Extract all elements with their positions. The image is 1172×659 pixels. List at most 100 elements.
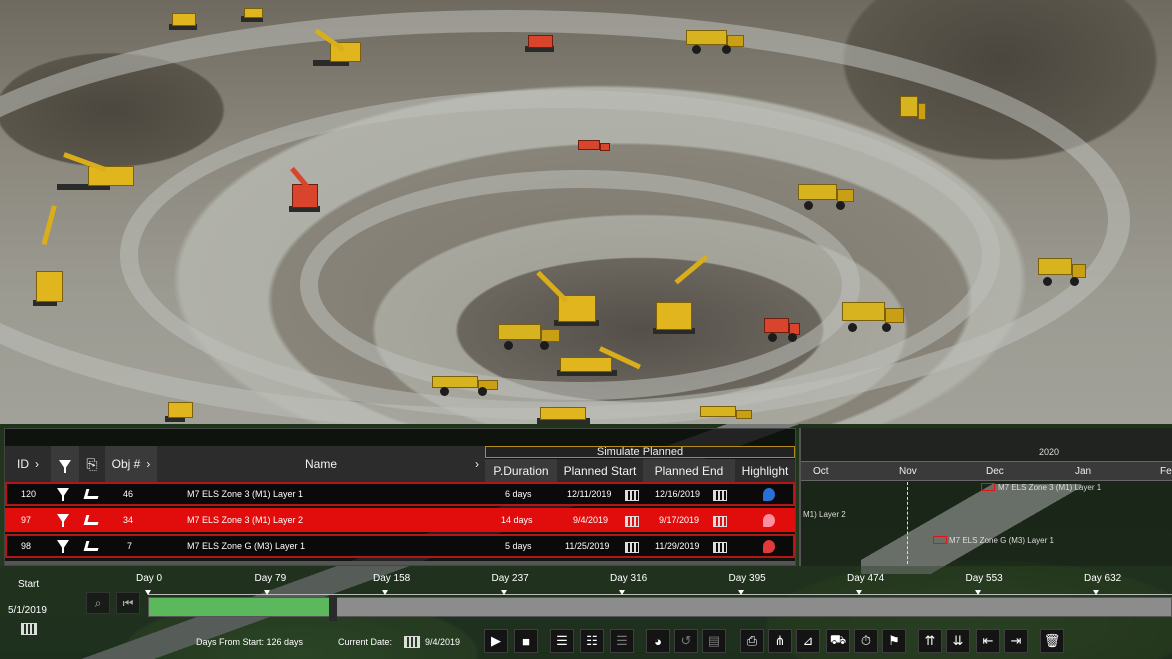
highlight-color-icon[interactable] [763,488,775,501]
calendar-icon[interactable] [713,490,727,501]
excavator-model [557,342,646,376]
column-header-planned-start[interactable]: Planned Start [557,459,643,482]
indent-icon[interactable]: ⇥ [1004,629,1028,653]
timeline-tick [737,590,744,595]
dump-truck-model [700,406,752,424]
dump-truck-model [498,324,560,350]
cell-planned-start: 12/11/2019 [567,489,612,499]
link-icon[interactable]: ⋔ [768,629,792,653]
cell-obj: 7 [127,541,133,551]
column-header-label: ID [17,457,29,471]
gantt-task-label: M7 ELS Zone 3 (M1) Layer 1 [998,483,1102,492]
dump-truck-model [686,30,744,54]
add-task-icon[interactable]: ☰ [550,629,574,653]
calendar-icon[interactable] [625,490,639,501]
highlight-color-icon[interactable] [763,514,775,527]
calendar-icon[interactable] [625,516,639,527]
dump-truck-model-red [764,318,800,342]
gantt-year-header: 2020 [801,428,1172,461]
cell-id: 97 [21,515,32,525]
timeline-day-label: Day 316 [610,573,648,584]
excavator-model [241,0,276,22]
timeline-day-label: Day 553 [965,573,1003,584]
timeline-tick [1093,590,1099,595]
table-row[interactable]: 98 7 M7 ELS Zone G (M3) Layer 1 5 days 1… [5,534,795,558]
days-from-start: Days From Start: 126 days [196,637,304,647]
stop-icon[interactable]: ■ [514,629,538,653]
filter-icon[interactable] [57,488,69,501]
excavator-model-red [525,22,570,52]
zoom-icon[interactable]: ⌕ [86,592,110,614]
filter-icon[interactable] [57,514,69,527]
simulate-planned-group-header: Simulate Planned [485,446,795,458]
outdent-icon[interactable]: ⇤ [976,629,1000,653]
column-header-obj[interactable]: Obj # › [105,446,157,482]
month-label: Feb [1160,466,1172,477]
cell-planned-end: 11/29/2019 [655,541,700,551]
cell-planned-start: 9/4/2019 [573,515,609,525]
column-header-id[interactable]: ID › [5,446,51,482]
excavator-model-red [289,158,336,212]
report-icon[interactable]: ▤ [702,629,726,653]
timeline-track[interactable] [148,595,1172,621]
dump-truck-model [842,302,904,332]
timeline-axis [148,594,1172,595]
play-icon[interactable]: ▶ [484,629,508,653]
timeline-scrubber[interactable] [328,595,337,621]
highlight-color-icon[interactable] [763,540,775,553]
equipment-icon[interactable]: ⛟ [826,629,850,653]
column-select-icon[interactable]: ⎘ [79,446,105,482]
timer-icon[interactable]: ⏱ [854,629,878,653]
dump-truck-model [900,96,926,130]
flag-icon[interactable]: ⚑ [882,629,906,653]
project-site-photo [0,0,1172,424]
timeline-day-label: Day 395 [728,573,766,584]
gantt-month-header: Oct Nov Dec Jan Feb [801,461,1172,481]
export-icon[interactable]: ⎙ [740,629,764,653]
gantt-task-bar[interactable] [981,483,995,491]
column-header-highlight[interactable]: Highlight [735,459,795,482]
map-road [861,484,1081,574]
horizontal-scrollbar[interactable] [5,561,795,565]
calendar-icon[interactable] [713,542,727,553]
gantt-chart: 2020 Oct Nov Dec Jan Feb M7 ELS Zone 3 (… [799,428,1172,574]
filter-tasks-icon[interactable]: ⊿ [796,629,820,653]
excavator-model [537,396,616,424]
timeline-tick [500,590,507,595]
task-list-icon[interactable]: ☰ [610,629,634,653]
column-header-planned-end[interactable]: Planned End [643,459,735,482]
table-row[interactable]: 120 46 M7 ELS Zone 3 (M1) Layer 1 6 days… [5,482,795,506]
remove-task-icon[interactable]: ☷ [580,629,604,653]
calendar-icon[interactable] [404,636,420,648]
palette-icon[interactable]: ◕ [646,629,670,653]
calendar-icon[interactable] [713,516,727,527]
cell-planned-start: 11/25/2019 [565,541,610,551]
table-row-selected[interactable]: 97 34 M7 ELS Zone 3 (M1) Layer 2 14 days… [5,508,795,532]
reset-icon[interactable]: ↺ [674,629,698,653]
cell-pduration: 6 days [505,489,532,499]
month-label: Nov [899,466,917,477]
dump-truck-model [798,184,854,210]
gantt-task-label: M7 ELS Zone G (M3) Layer 1 [949,536,1054,545]
calendar-icon[interactable] [625,542,639,553]
delete-icon[interactable]: 🗑 [1040,629,1064,653]
timeline-tick [619,590,625,595]
move-up-icon[interactable]: ⇈ [918,629,942,653]
timeline-start-date: 5/1/2019 [8,605,47,616]
gantt-task-bar[interactable] [933,536,947,544]
excavator-model [57,146,136,190]
move-down-icon[interactable]: ⇊ [946,629,970,653]
excavator-model [33,205,70,306]
skip-to-start-icon[interactable]: ⏮ [116,592,140,614]
column-header-pduration[interactable]: P.Duration [485,459,557,482]
month-label: Oct [813,466,829,477]
dump-truck-model-red [578,140,610,156]
column-header-name[interactable]: Name › [157,446,485,482]
column-filter-icon[interactable] [51,446,79,482]
task-grid: ID › ⎘ Obj # › Name › Simulate Planned P.Du… [4,428,796,566]
calendar-icon[interactable] [21,623,37,635]
month-label: Dec [986,466,1004,477]
timeline-day-label: Day 0 [136,573,163,584]
timeline-day-label: Day 158 [373,573,411,584]
filter-icon[interactable] [57,540,69,553]
